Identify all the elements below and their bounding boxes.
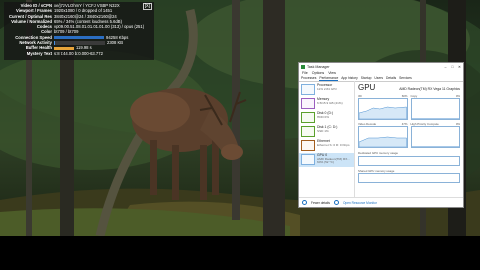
connection-sparkline: [54, 35, 104, 40]
sidebar-item-text: Disk 1 (C: D:) SSD 1%: [317, 125, 337, 133]
sidebar-item-disk-1[interactable]: Disk 1 (C: D:) SSD 1%: [299, 125, 354, 139]
stats-value: s:8 t:44.00 b:0.000-63.772: [54, 50, 103, 56]
gpu-thumbnail: [301, 154, 315, 165]
buffer-health-value: 119.98 s: [76, 45, 92, 51]
menu-view[interactable]: View: [328, 71, 336, 75]
graph-line: [359, 136, 407, 147]
minimize-button[interactable]: –: [442, 65, 449, 69]
resource-monitor-icon: [333, 200, 339, 205]
graph-3d: 3D 60%: [358, 94, 408, 120]
performance-sidebar: Processor 11% 2.84 GHz Memory 6.5/15.9 GB …: [299, 81, 355, 198]
graph-box[interactable]: [358, 126, 408, 148]
gpu-title: GPU: [358, 83, 376, 92]
sidebar-item-sub: 11% 2.84 GHz: [317, 86, 337, 91]
sidebar-item-text: Disk 0 (D:) HDD 0%: [317, 111, 333, 119]
menu-options[interactable]: Options: [312, 71, 324, 75]
graph-box[interactable]: [358, 98, 408, 120]
graph-line: [411, 146, 459, 147]
open-resource-monitor-link[interactable]: Open Resource Monitor: [343, 201, 377, 205]
sidebar-item-sub: Ethernet S: 0 R: 0 Kbps: [317, 142, 350, 147]
ethernet-thumbnail: [301, 140, 315, 151]
graph-copy: Copy 0%: [410, 94, 460, 120]
sidebar-item-sub: 6.5/15.9 GB (41%): [317, 100, 343, 105]
sidebar-item-sub: AMD Radeon(TM) RX... 60% (52 °C): [317, 156, 350, 165]
fewer-details-link[interactable]: Fewer details: [311, 201, 330, 205]
graph-line: [359, 106, 407, 119]
graph-line: [411, 118, 459, 119]
stats-row: Mystery Text s:8 t:44.00 b:0.000-63.772: [6, 51, 152, 56]
stats-close-button[interactable]: [x]: [142, 3, 152, 10]
window-footer: Fewer details Open Resource Monitor: [299, 197, 463, 207]
tab-app-history[interactable]: App history: [341, 76, 358, 80]
network-activity-value: 2308 KB: [107, 40, 124, 46]
processor-thumbnail: [301, 84, 315, 95]
graph-video-decode: Video Decode 47%: [358, 122, 408, 148]
tab-processes[interactable]: Processes: [301, 76, 316, 80]
performance-body: Processor 11% 2.84 GHz Memory 6.5/15.9 GB …: [299, 81, 463, 198]
gpu-header: GPU AMD Radeon(TM) RX Vega 11 Graphics: [358, 83, 460, 92]
buffer-sparkline: [54, 46, 74, 51]
close-button[interactable]: ✕: [456, 65, 463, 69]
window-controls: – □ ✕: [442, 65, 463, 69]
graph-box[interactable]: [410, 98, 460, 120]
sidebar-item-text: GPU 0 AMD Radeon(TM) RX... 60% (52 °C): [317, 153, 352, 165]
fewer-details-icon: [302, 200, 307, 205]
graph-high-priority-compute: High Priority Compute 0%: [410, 122, 460, 148]
sidebar-item-text: Processor 11% 2.84 GHz: [317, 83, 337, 91]
sidebar-item-text: Ethernet Ethernet S: 0 R: 0 Kbps: [317, 139, 350, 147]
sidebar-item-processor[interactable]: Processor 11% 2.84 GHz: [299, 83, 354, 97]
sidebar-item-disk-0[interactable]: Disk 0 (D:) HDD 0%: [299, 111, 354, 125]
sidebar-item-text: Memory 6.5/15.9 GB (41%): [317, 97, 343, 105]
window-title: Task Manager: [307, 64, 330, 69]
sidebar-item-sub: SSD 1%: [317, 128, 329, 133]
window-titlebar[interactable]: Task Manager – □ ✕: [299, 63, 463, 70]
stats-key: Mystery Text: [26, 50, 52, 56]
gpu-model-name: AMD Radeon(TM) RX Vega 11 Graphics: [399, 87, 460, 91]
shared-memory-label: Shared GPU memory usage: [358, 168, 395, 173]
video-frame[interactable]: [x] Video ID / sCPN xe/j7zVLOhmY / YCFJ V…: [0, 0, 480, 236]
dedicated-memory-graph[interactable]: [358, 155, 460, 166]
sidebar-item-gpu[interactable]: GPU 0 AMD Radeon(TM) RX... 60% (52 °C): [299, 153, 354, 167]
disk-thumbnail: [301, 112, 315, 123]
tab-details[interactable]: Details: [386, 76, 396, 80]
shared-memory-graph[interactable]: [358, 173, 460, 183]
memory-thumbnail: [301, 98, 315, 109]
sidebar-item-sub: HDD 0%: [317, 114, 330, 119]
connection-speed-value: 94258 Kbps: [106, 34, 129, 40]
disk-thumbnail: [301, 126, 315, 137]
gpu-detail-pane: GPU AMD Radeon(TM) RX Vega 11 Graphics 3…: [355, 81, 463, 198]
maximize-button[interactable]: □: [449, 65, 456, 69]
menu-file[interactable]: File: [302, 71, 308, 75]
tab-services[interactable]: Services: [399, 76, 412, 80]
stats-for-nerds-panel: [x] Video ID / sCPN xe/j7zVLOhmY / YCFJ V…: [4, 2, 154, 60]
task-manager-icon: [301, 64, 305, 69]
dedicated-memory-label: Dedicated GPU memory usage: [358, 151, 399, 155]
tab-users[interactable]: Users: [374, 76, 383, 80]
sidebar-item-memory[interactable]: Memory 6.5/15.9 GB (41%): [299, 97, 354, 111]
network-sparkline: [54, 41, 105, 45]
tab-performance[interactable]: Performance: [319, 76, 339, 81]
task-manager-window[interactable]: Task Manager – □ ✕ File Options View Pro…: [298, 62, 464, 208]
sidebar-item-ethernet[interactable]: Ethernet Ethernet S: 0 R: 0 Kbps: [299, 139, 354, 153]
gpu-engine-graphs: 3D 60% Copy 0% Video Decode 47% High Priori…: [358, 94, 460, 148]
letterbox-bar: [0, 236, 480, 270]
tab-startup[interactable]: Startup: [361, 76, 372, 80]
graph-box[interactable]: [410, 126, 460, 148]
